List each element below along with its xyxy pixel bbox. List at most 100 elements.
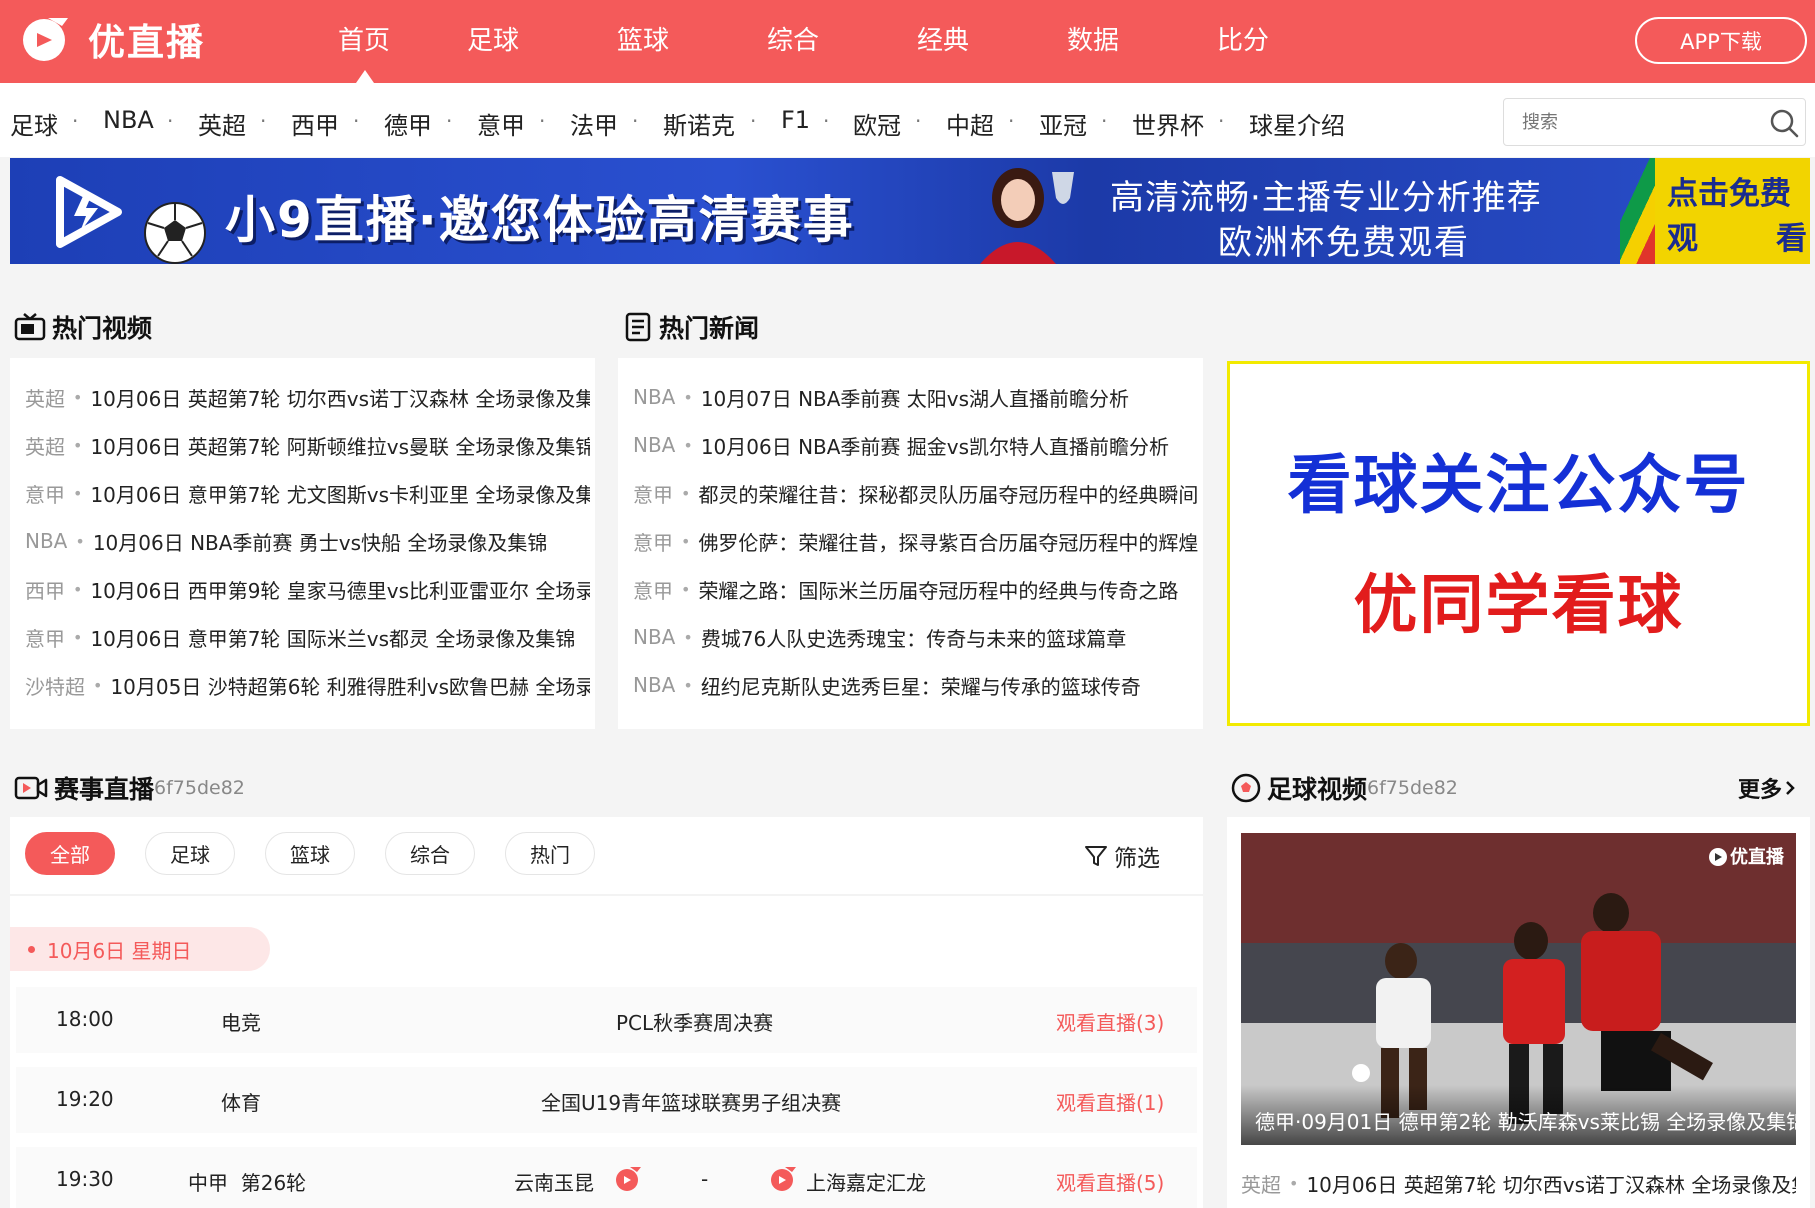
subnav-item[interactable]: NBA	[103, 106, 154, 134]
date-label: 10月6日 星期日	[47, 938, 192, 963]
item-title: 10月06日 英超第7轮 阿斯顿维拉vs曼联 全场录像及集锦	[90, 434, 590, 459]
search-input[interactable]	[1504, 99, 1744, 145]
list-item[interactable]: 意甲 • 都灵的荣耀往昔：探秘都灵队历届夺冠历程中的经典瞬间	[633, 478, 1205, 508]
subnav-item[interactable]: 球星介绍	[1249, 106, 1345, 141]
item-title: 10月06日 意甲第7轮 国际米兰vs都灵 全场录像及集锦	[90, 626, 576, 651]
promo-banner[interactable]: 小9直播·邀您体验高清赛事 高清流畅·主播专业分析推荐 欧洲杯免费观看 点击免费…	[10, 158, 1810, 264]
bullet-dot: •	[93, 675, 103, 695]
list-item[interactable]: 英超 • 10月06日 英超第7轮 阿斯顿维拉vs曼联 全场录像及集锦	[25, 430, 590, 460]
list-item[interactable]: NBA • 10月07日 NBA季前赛 太阳vs湖人直播前瞻分析	[633, 382, 1205, 412]
nav-classic[interactable]: 经典	[888, 20, 998, 57]
list-item[interactable]: NBA • 纽约尼克斯队史选秀巨星：荣耀与传承的篮球传奇	[633, 670, 1205, 700]
list-item[interactable]: 沙特超 • 10月05日 沙特超第6轮 利雅得胜利vs欧鲁巴赫 全场录像及集锦	[25, 670, 590, 700]
list-item[interactable]: 意甲 • 佛罗伦萨：荣耀往昔，探寻紫百合历届夺冠历程中的辉煌	[633, 526, 1205, 556]
nav-data[interactable]: 数据	[1038, 20, 1148, 57]
bullet-dot: •	[73, 627, 83, 647]
list-item[interactable]: NBA • 10月06日 NBA季前赛 勇士vs快船 全场录像及集锦	[25, 526, 590, 556]
live-schedule-title: 赛事直播	[54, 775, 155, 804]
subnav-item[interactable]: 世界杯	[1132, 106, 1204, 141]
item-title: 费城76人队史选秀瑰宝：传奇与未来的篮球篇章	[700, 626, 1127, 651]
subnav-separator: ·	[750, 109, 757, 133]
match-row[interactable]: 18:00 电竞 PCL秋季赛周决赛 观看直播(3)	[16, 987, 1197, 1053]
list-item[interactable]: 意甲 • 荣耀之路：国际米兰历届夺冠历程中的经典与传奇之路	[633, 574, 1205, 604]
list-item[interactable]: 意甲 • 10月06日 意甲第7轮 国际米兰vs都灵 全场录像及集锦	[25, 622, 590, 652]
watch-live-link[interactable]: 观看直播(1)	[1056, 1087, 1164, 1116]
tab-football[interactable]: 足球	[145, 832, 235, 875]
subnav-item[interactable]: 意甲	[477, 106, 525, 141]
nav-score[interactable]: 比分	[1188, 20, 1298, 57]
logo-text: 优直播	[88, 21, 205, 64]
item-tag: 英超	[25, 434, 65, 459]
lightning-logo-icon	[56, 176, 122, 248]
list-item[interactable]: NBA • 10月06日 NBA季前赛 掘金vs凯尔特人直播前瞻分析	[633, 430, 1205, 460]
list-item[interactable]: 英超 • 10月06日 英超第7轮 切尔西vs诺丁汉森林 全场录像及集锦	[25, 382, 590, 412]
subnav-separator: ·	[632, 109, 639, 133]
wechat-promo-box[interactable]: 看球关注公众号 优同学看球	[1227, 361, 1810, 726]
item-title: 都灵的荣耀往昔：探秘都灵队历届夺冠历程中的经典瞬间	[698, 482, 1199, 507]
item-title: 荣耀之路：国际米兰历届夺冠历程中的经典与传奇之路	[698, 578, 1179, 603]
item-title: 10月05日 沙特超第6轮 利雅得胜利vs欧鲁巴赫 全场录像及集锦	[110, 674, 590, 699]
subnav-item[interactable]: 足球	[10, 106, 58, 141]
video-caption: 德甲·09月01日 德甲第2轮 勒沃库森vs莱比锡 全场录像及集锦	[1255, 1110, 1796, 1134]
hot-news-heading: 热门新闻	[625, 309, 759, 345]
item-tag: NBA	[25, 529, 68, 553]
football-video-card: 优直播 德甲·09月01日 德甲第2轮 勒沃库森vs莱比锡 全场录像及集锦 英超…	[1227, 817, 1810, 1208]
tab-basketball[interactable]: 篮球	[265, 832, 355, 875]
bullet-dot: •	[683, 387, 693, 407]
subnav-item[interactable]: F1	[781, 106, 810, 134]
list-item[interactable]: 英超 • 10月06日 英超第7轮 切尔西vs诺丁汉森林 全场录像及集锦	[1241, 1169, 1796, 1198]
subnav-separator: ·	[539, 109, 546, 133]
list-item[interactable]: 西甲 • 10月06日 西甲第9轮 皇家马德里vs比利亚雷亚尔 全场录像及集锦	[25, 574, 590, 604]
tab-all[interactable]: 全部	[25, 832, 115, 875]
filter-button[interactable]: 筛选	[1084, 839, 1160, 873]
tab-hot[interactable]: 热门	[505, 832, 595, 875]
subnav-item[interactable]: 欧冠	[853, 106, 901, 141]
home-team: 云南玉昆	[514, 1171, 594, 1195]
watch-live-link[interactable]: 观看直播(3)	[1056, 1007, 1164, 1036]
soccer-ball-icon	[1231, 773, 1261, 803]
subnav-separator: ·	[446, 109, 453, 133]
date-header: 10月6日 星期日	[10, 927, 270, 971]
bullet-dot: •	[73, 387, 83, 407]
item-tag: 西甲	[25, 578, 65, 603]
list-item[interactable]: 意甲 • 10月06日 意甲第7轮 尤文图斯vs卡利亚里 全场录像及集锦	[25, 478, 590, 508]
item-tag: NBA	[633, 673, 676, 697]
away-team: 上海嘉定汇龙	[806, 1171, 926, 1195]
subnav-item[interactable]: 亚冠	[1039, 106, 1087, 141]
bullet-dot: •	[681, 531, 691, 551]
nav-football[interactable]: 足球	[438, 20, 548, 57]
subnav-separator: ·	[1008, 109, 1015, 133]
subnav-item[interactable]: 中超	[946, 106, 994, 141]
subnav-item[interactable]: 斯诺克	[663, 106, 735, 141]
match-row[interactable]: 19:20 体育 全国U19青年篮球联赛男子组决赛 观看直播(1)	[16, 1067, 1197, 1133]
match-row[interactable]: 19:30 中甲 第26轮 云南玉昆 - 上海嘉定汇龙 观看直播(5)	[16, 1147, 1197, 1208]
subnav-item[interactable]: 法甲	[570, 106, 618, 141]
subnav-separator: ·	[353, 109, 360, 133]
item-title: 10月06日 NBA季前赛 掘金vs凯尔特人直播前瞻分析	[700, 434, 1170, 459]
more-link[interactable]: 更多	[1738, 772, 1798, 804]
football-video-title: 足球视频	[1267, 775, 1368, 804]
filter-label: 筛选	[1114, 846, 1160, 872]
tab-general[interactable]: 综合	[385, 832, 475, 875]
hot-videos-list: 英超 • 10月06日 英超第7轮 切尔西vs诺丁汉森林 全场录像及集锦 英超 • 10…	[10, 358, 595, 729]
nav-home[interactable]: 首页	[309, 20, 419, 83]
subnav-separator: ·	[167, 109, 174, 133]
team-logo-icon	[616, 1167, 641, 1191]
app-download-button[interactable]: APP下载	[1635, 17, 1807, 64]
match-time: 19:20	[56, 1087, 114, 1111]
subnav-item[interactable]: 英超	[198, 106, 246, 141]
list-item[interactable]: NBA • 费城76人队史选秀瑰宝：传奇与未来的篮球篇章	[633, 622, 1205, 652]
subnav-item[interactable]: 西甲	[291, 106, 339, 141]
watch-live-link[interactable]: 观看直播(5)	[1056, 1167, 1164, 1196]
tv-icon	[14, 313, 46, 341]
search-icon[interactable]	[1769, 108, 1799, 138]
hot-videos-heading: 热门视频	[14, 309, 152, 345]
nav-general[interactable]: 综合	[738, 20, 848, 57]
nav-basketball[interactable]: 篮球	[588, 20, 698, 57]
subnav-item[interactable]: 德甲	[384, 106, 432, 141]
bullet-dot: •	[73, 579, 83, 599]
banner-cta-button[interactable]: 点击免费 观 看	[1655, 158, 1810, 264]
site-logo[interactable]: 优直播	[18, 12, 205, 66]
football-video-heading: 足球视频 6f75de82	[1231, 770, 1458, 806]
video-thumbnail[interactable]: 优直播 德甲·09月01日 德甲第2轮 勒沃库森vs莱比锡 全场录像及集锦	[1241, 833, 1796, 1145]
